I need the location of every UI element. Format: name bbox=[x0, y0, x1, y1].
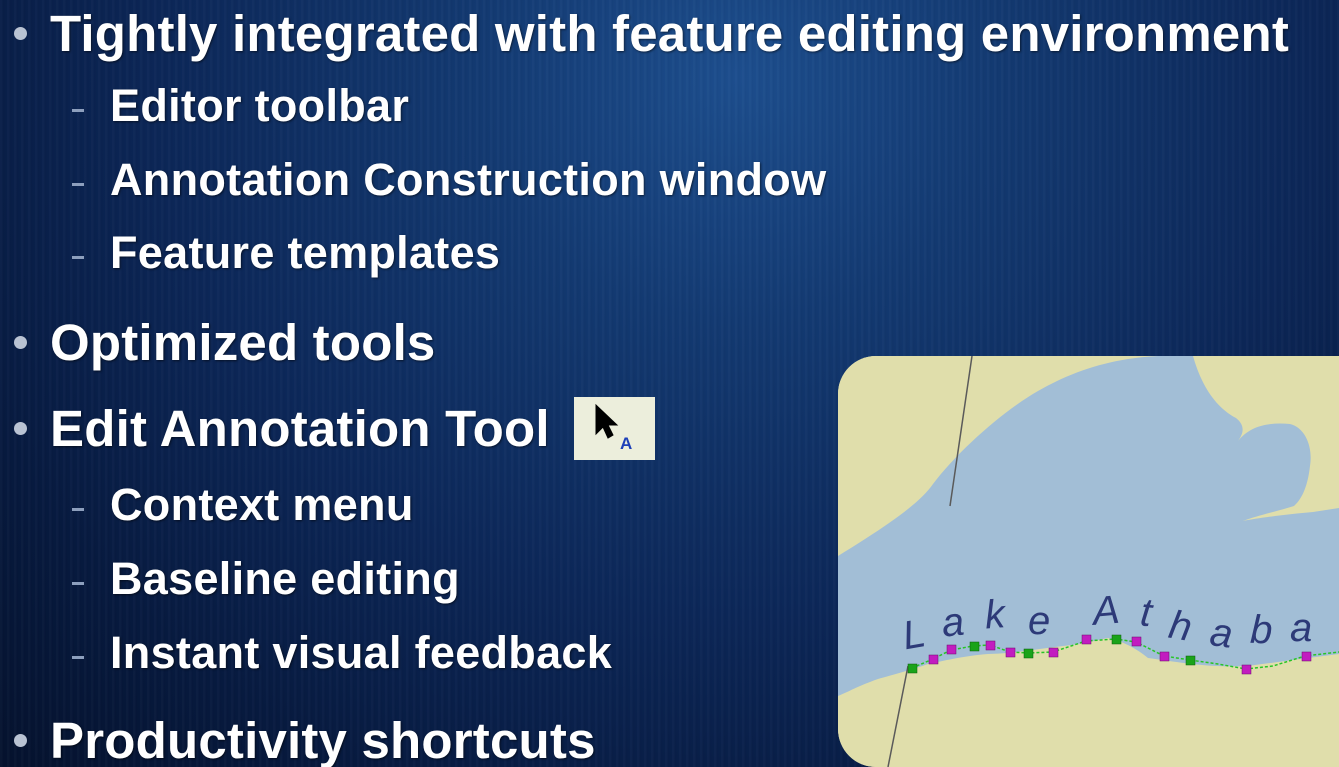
label-letter: e bbox=[1028, 599, 1050, 643]
annotation-letter-icon: A bbox=[620, 434, 632, 453]
sub-bullet-baseline-editing: Baseline editing bbox=[72, 553, 460, 605]
sub-bullet-dash bbox=[72, 182, 84, 186]
bullet-text: Optimized tools bbox=[50, 314, 436, 371]
vertex-handle[interactable] bbox=[1111, 634, 1122, 645]
bullet-text: Tightly integrated with feature editing … bbox=[50, 5, 1290, 62]
vertex-handle[interactable] bbox=[1131, 636, 1142, 647]
label-letter: b bbox=[1249, 608, 1273, 653]
edit-annotation-tool-icon[interactable]: A bbox=[573, 397, 655, 460]
vertex-handle[interactable] bbox=[928, 654, 939, 665]
sub-bullet-dash bbox=[72, 108, 84, 112]
vertex-handle[interactable] bbox=[1081, 634, 1092, 645]
vertex-handle[interactable] bbox=[1301, 651, 1312, 662]
vertex-handle[interactable] bbox=[1241, 664, 1252, 675]
vertex-handle[interactable] bbox=[1159, 651, 1170, 662]
sub-bullet-text: Instant visual feedback bbox=[110, 627, 613, 678]
vertex-handle[interactable] bbox=[907, 663, 918, 674]
vertex-handle[interactable] bbox=[985, 640, 996, 651]
sub-bullet-editor-toolbar: Editor toolbar bbox=[72, 80, 409, 132]
bullet-optimized-tools: Optimized tools bbox=[14, 313, 436, 372]
bullet-productivity-shortcuts: Productivity shortcuts bbox=[14, 711, 596, 767]
sub-bullet-context-menu: Context menu bbox=[72, 479, 414, 531]
vertex-handle[interactable] bbox=[1005, 647, 1016, 658]
sub-bullet-text: Feature templates bbox=[110, 227, 501, 278]
vertex-handle[interactable] bbox=[1185, 655, 1196, 666]
bullet-dot bbox=[14, 336, 27, 349]
sub-bullet-text: Annotation Construction window bbox=[110, 154, 827, 205]
sub-bullet-feature-templates: Feature templates bbox=[72, 227, 500, 279]
bullet-text: Productivity shortcuts bbox=[50, 712, 596, 767]
vertex-handle[interactable] bbox=[946, 644, 957, 655]
bullet-dot bbox=[14, 734, 27, 747]
label-letter: a bbox=[939, 600, 966, 646]
sub-bullet-dash bbox=[72, 507, 84, 511]
bullet-edit-annotation-tool: Edit Annotation Tool A bbox=[14, 397, 655, 460]
bullet-dot bbox=[14, 422, 27, 435]
sub-bullet-dash bbox=[72, 581, 84, 585]
map-canvas[interactable]: L a k e A t h a b a bbox=[838, 356, 1339, 767]
sub-bullet-text: Context menu bbox=[110, 479, 414, 530]
bullet-text: Edit Annotation Tool bbox=[50, 400, 550, 457]
vertex-handle[interactable] bbox=[969, 641, 980, 652]
bullet-tightly-integrated: Tightly integrated with feature editing … bbox=[14, 4, 1289, 63]
sub-bullet-dash bbox=[72, 655, 84, 659]
map-preview-panel: L a k e A t h a b a bbox=[838, 356, 1339, 767]
vertex-handle[interactable] bbox=[1048, 647, 1059, 658]
sub-bullet-dash bbox=[72, 255, 84, 259]
sub-bullet-instant-feedback: Instant visual feedback bbox=[72, 627, 612, 679]
vertex-handle[interactable] bbox=[1023, 648, 1034, 659]
sub-bullet-text: Editor toolbar bbox=[110, 80, 410, 131]
label-letter: a bbox=[1290, 606, 1312, 650]
sub-bullet-text: Baseline editing bbox=[110, 553, 460, 604]
bullet-dot bbox=[14, 27, 27, 40]
sub-bullet-annotation-construction: Annotation Construction window bbox=[72, 154, 826, 206]
label-letter: A bbox=[1089, 588, 1121, 634]
